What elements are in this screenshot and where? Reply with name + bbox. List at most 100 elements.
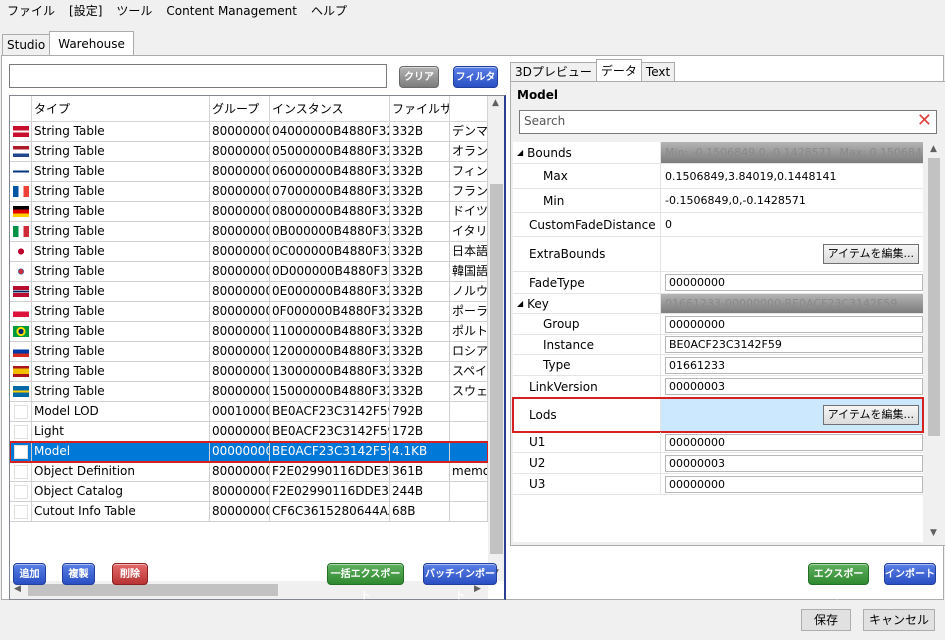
property-row-bounds[interactable]: ◢ Bounds Min: -0.1506849,0,-0.1428571, Max… — [513, 142, 923, 164]
table-row[interactable]: String Table 80000000 0B000000B4880F32 332B… — [10, 222, 488, 242]
scroll-up-icon[interactable]: ▲ — [492, 98, 499, 108]
grid-vertical-scrollbar[interactable]: ▲ ▼ — [488, 96, 504, 581]
flag-cell — [10, 382, 32, 401]
tab-3d-preview[interactable]: 3Dプレビュー — [510, 62, 597, 81]
table-row[interactable]: String Table 80000000 11000000B4880F32 332B… — [10, 322, 488, 342]
add-button[interactable]: 追加 — [13, 563, 46, 585]
cell-group: 80000000 — [210, 162, 270, 181]
cell-instance: 07000000B4880F32 — [270, 182, 390, 201]
table-row[interactable]: String Table 80000000 15000000B4880F32 332B… — [10, 382, 488, 402]
tab-warehouse[interactable]: Warehouse — [49, 31, 134, 55]
header-size[interactable]: ファイルサイ — [390, 96, 450, 122]
property-row-group[interactable]: Group 00000000 — [513, 314, 923, 335]
table-row[interactable]: String Table 80000000 12000000B4880F32 332B… — [10, 342, 488, 362]
property-row-lods[interactable]: Lods アイテムを編集... — [512, 397, 924, 433]
property-row-extrabounds[interactable]: ExtraBounds アイテムを編集... — [513, 237, 923, 272]
tab-text[interactable]: Text — [640, 62, 676, 81]
property-row-u1[interactable]: U1 00000000 — [513, 432, 923, 453]
menu-help[interactable]: ヘルプ — [304, 0, 354, 22]
property-value-input[interactable]: 01661233 — [665, 356, 923, 374]
table-row[interactable]: String Table 80000000 04000000B4880F32 332B… — [10, 122, 488, 142]
property-key-label: Max — [543, 169, 568, 183]
property-key: Lods — [513, 398, 661, 431]
table-row[interactable]: Object Catalog 80000000 F2E02990116DDE34 24… — [10, 482, 488, 502]
cell-instance: BE0ACF23C3142F59 — [270, 422, 390, 441]
table-row[interactable]: Model LOD 00010000 BE0ACF23C3142F59 792B — [10, 402, 488, 422]
batch-import-button[interactable]: バッチインポート — [423, 563, 497, 602]
header-group[interactable]: グループ — [210, 96, 270, 122]
table-row[interactable]: String Table 80000000 0F000000B4880F32 332B… — [10, 302, 488, 322]
property-search-input[interactable]: Search ✕ — [519, 110, 937, 134]
property-row-max[interactable]: Max 0.1506849,3.84019,0.1448141 — [513, 164, 923, 189]
table-row[interactable]: Light 00000000 BE0ACF23C3142F59 172B — [10, 422, 488, 442]
cell-name: スペイン — [450, 362, 488, 381]
property-row-u3[interactable]: U3 00000000 — [513, 474, 923, 495]
header-name[interactable] — [450, 96, 488, 122]
cell-size: 361B — [390, 462, 450, 481]
property-value-input[interactable]: 00000000 — [665, 475, 923, 493]
collapse-triangle-icon[interactable]: ◢ — [517, 148, 523, 157]
delete-button[interactable]: 削除 — [112, 563, 148, 585]
property-value-input[interactable]: BE0ACF23C3142F59 — [665, 336, 923, 353]
edit-items-button[interactable]: アイテムを編集... — [822, 404, 919, 425]
property-row-min[interactable]: Min -0.1506849,0,-0.1428571 — [513, 189, 923, 213]
table-row[interactable]: String Table 80000000 06000000B4880F32 332B… — [10, 162, 488, 182]
menu-settings[interactable]: [設定] — [62, 0, 109, 22]
flag-cell — [10, 282, 32, 301]
table-row[interactable]: String Table 80000000 08000000B4880F32 332B… — [10, 202, 488, 222]
table-row[interactable]: String Table 80000000 0C000000B4880F32 332B… — [10, 242, 488, 262]
blank-file-icon — [13, 484, 28, 499]
property-row-linkversion[interactable]: LinkVersion 00000003 — [513, 376, 923, 398]
cell-group: 80000000 — [210, 502, 270, 521]
property-row-u2[interactable]: U2 00000003 — [513, 453, 923, 474]
tab-data[interactable]: データ — [595, 59, 642, 81]
property-value-input[interactable]: 00000000 — [665, 433, 923, 451]
property-value-input[interactable]: 00000000 — [665, 274, 923, 291]
grid-rows: String Table 80000000 04000000B4880F32 332B… — [10, 122, 489, 522]
prop-scroll-down-icon[interactable]: ▼ — [930, 528, 937, 538]
table-row[interactable]: String Table 80000000 07000000B4880F32 332B… — [10, 182, 488, 202]
menu-file[interactable]: ファイル — [0, 0, 62, 22]
scroll-left-icon[interactable]: ◀ — [14, 584, 21, 594]
property-search-placeholder: Search — [524, 114, 566, 128]
bulk-export-button[interactable]: 一括エクスポート — [327, 563, 404, 602]
save-button[interactable]: 保存 — [801, 609, 851, 631]
duplicate-button[interactable]: 複製 — [62, 563, 95, 585]
property-row-instance[interactable]: Instance BE0ACF23C3142F59 — [513, 335, 923, 355]
cell-instance: 04000000B4880F32 — [270, 122, 390, 141]
clear-search-icon[interactable]: ✕ — [917, 111, 932, 131]
table-row[interactable]: String Table 80000000 0D000000B4880F32 332B… — [10, 262, 488, 282]
import-button[interactable]: インポート — [884, 563, 936, 585]
search-input[interactable] — [9, 64, 387, 88]
table-row[interactable]: Model 00000000 BE0ACF23C3142F59 4.1KB — [10, 441, 489, 463]
table-row[interactable]: Object Definition 80000000 F2E02990116DDE3… — [10, 462, 488, 482]
table-row[interactable]: String Table 80000000 0E000000B4880F32 332B… — [10, 282, 488, 302]
property-value-input[interactable]: 00000003 — [665, 378, 923, 395]
property-scroll-thumb[interactable] — [928, 158, 940, 436]
grid-hscroll-thumb[interactable] — [28, 584, 278, 596]
export-button[interactable]: エクスポート — [808, 563, 869, 602]
property-value-input[interactable]: 00000003 — [665, 454, 923, 472]
clear-button[interactable]: クリア — [399, 66, 439, 88]
grid-vscroll-thumb[interactable] — [490, 184, 503, 554]
property-row-customfadedistance[interactable]: CustomFadeDistance 0 — [513, 213, 923, 237]
table-row[interactable]: String Table 80000000 05000000B4880F32 332B… — [10, 142, 488, 162]
property-row-fadetype[interactable]: FadeType 00000000 — [513, 272, 923, 294]
cancel-button[interactable]: キャンセル — [863, 609, 935, 631]
table-row[interactable]: String Table 80000000 13000000B4880F32 332B… — [10, 362, 488, 382]
cell-size: 68B — [390, 502, 450, 521]
property-row-type[interactable]: Type 01661233 — [513, 355, 923, 376]
header-instance[interactable]: インスタンス — [270, 96, 390, 122]
table-row[interactable]: Cutout Info Table 80000000 CF6C3615280644A… — [10, 502, 488, 522]
tab-studio[interactable]: Studio — [2, 34, 51, 55]
property-scrollbar[interactable]: ▲ ▼ — [925, 142, 943, 542]
filter-button[interactable]: フィルタ — [453, 66, 498, 88]
prop-scroll-up-icon[interactable]: ▲ — [930, 144, 937, 154]
property-row-key[interactable]: ◢ Key 01661233-00000000-BE0ACF23C3142F59 — [513, 294, 923, 314]
property-value-input[interactable]: 00000000 — [665, 315, 923, 333]
edit-items-button[interactable]: アイテムを編集... — [822, 244, 919, 264]
menu-tools[interactable]: ツール — [109, 0, 159, 22]
menu-content-management[interactable]: Content Management — [159, 0, 304, 22]
collapse-triangle-icon[interactable]: ◢ — [517, 299, 523, 308]
header-type[interactable]: タイプ — [32, 96, 210, 122]
